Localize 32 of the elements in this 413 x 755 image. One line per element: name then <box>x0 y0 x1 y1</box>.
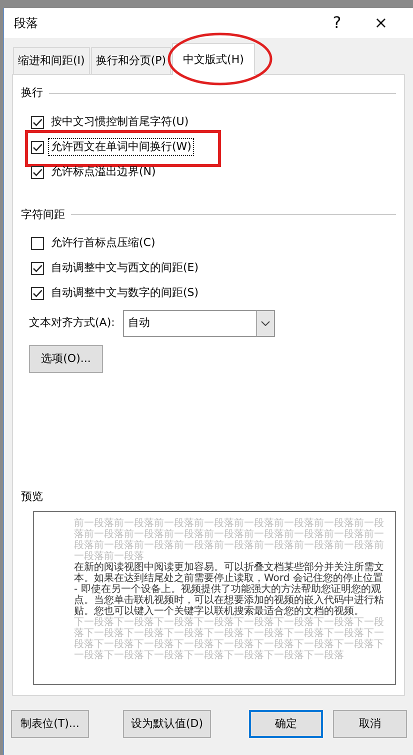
dialog-button[interactable]: 确定 <box>249 710 323 738</box>
checkbox-label[interactable]: 允许西文在单词中间换行(W) <box>48 138 194 156</box>
dialog-button[interactable]: 取消 <box>333 710 407 738</box>
dialog-button[interactable]: 设为默认值(D) <box>123 710 211 738</box>
checkbox[interactable] <box>31 166 44 178</box>
section-title: 预览 <box>21 488 44 504</box>
preview-text: 在新的阅读视图中阅读更加容易。可以折叠文档某些部分并关注所需文本。如果在达到结尾处之前需要停止读取，Word 会记住您的停止位置 - 即使在另一个设备上。视频提供了功能强大的方法帮助您证明您的观点。当您单击联机视频时，可以在想要添加的视频的嵌入代码中进行粘贴。您也可以键入一个关键字以联机搜索最适合您的文档的视频。 <box>74 562 385 617</box>
section-title: 换行 <box>21 85 43 101</box>
close-button[interactable]: × <box>359 11 403 35</box>
alignment-dropdown[interactable]: 自动 <box>122 310 275 337</box>
section-title: 字符间距 <box>21 206 65 222</box>
checkbox[interactable] <box>31 287 44 300</box>
field-label: 文本对齐方式(A): <box>29 315 115 332</box>
checkbox-label[interactable]: 允许标点溢出边界(N) <box>48 162 159 182</box>
preview-text: 前一段落前一段落前一段落前一段落前一段落前一段落前一段落前一段落前一段落前一段落前一段落前一段落前一段落前一段落前一段落前一段落前一段落前一段落前一段落前一段落前一段落前一段落前一段落前一段落前一段落 <box>74 518 385 562</box>
dialog-button[interactable]: 制表位(T)... <box>11 710 89 738</box>
tab[interactable]: 换行和分页(P) <box>90 46 172 74</box>
checkbox-label[interactable]: 自动调整中文与数字的间距(S) <box>48 284 202 303</box>
checkbox-label[interactable]: 按中文习惯控制首尾字符(U) <box>48 112 192 132</box>
window-title: 段落 <box>14 15 38 32</box>
checkbox[interactable] <box>31 237 44 250</box>
tab[interactable]: 中文版式(H) <box>172 42 255 75</box>
chevron-down-icon <box>260 321 270 326</box>
tab[interactable]: 缩进和间距(I) <box>13 46 90 74</box>
checkbox-label[interactable]: 自动调整中文与西文的间距(E) <box>48 259 202 278</box>
checkbox[interactable] <box>31 140 44 154</box>
help-button[interactable]: ? <box>315 11 359 35</box>
preview-text: 下一段落下一段落下一段落下一段落下一段落下一段落下一段落下一段落下一段落下一段落下一段落下一段落下一段落下一段落下一段落下一段落下一段落下一段落下一段落下一段落下一段落下一段落下一段落下一段落下一段落下一段落下一段落下一段落下一段落下一段落 <box>74 617 385 661</box>
options-button[interactable]: 选项(O)... <box>29 345 103 373</box>
checkbox-label[interactable]: 允许行首标点压缩(C) <box>48 234 158 253</box>
checkbox[interactable] <box>31 262 44 275</box>
checkbox[interactable] <box>31 116 44 128</box>
